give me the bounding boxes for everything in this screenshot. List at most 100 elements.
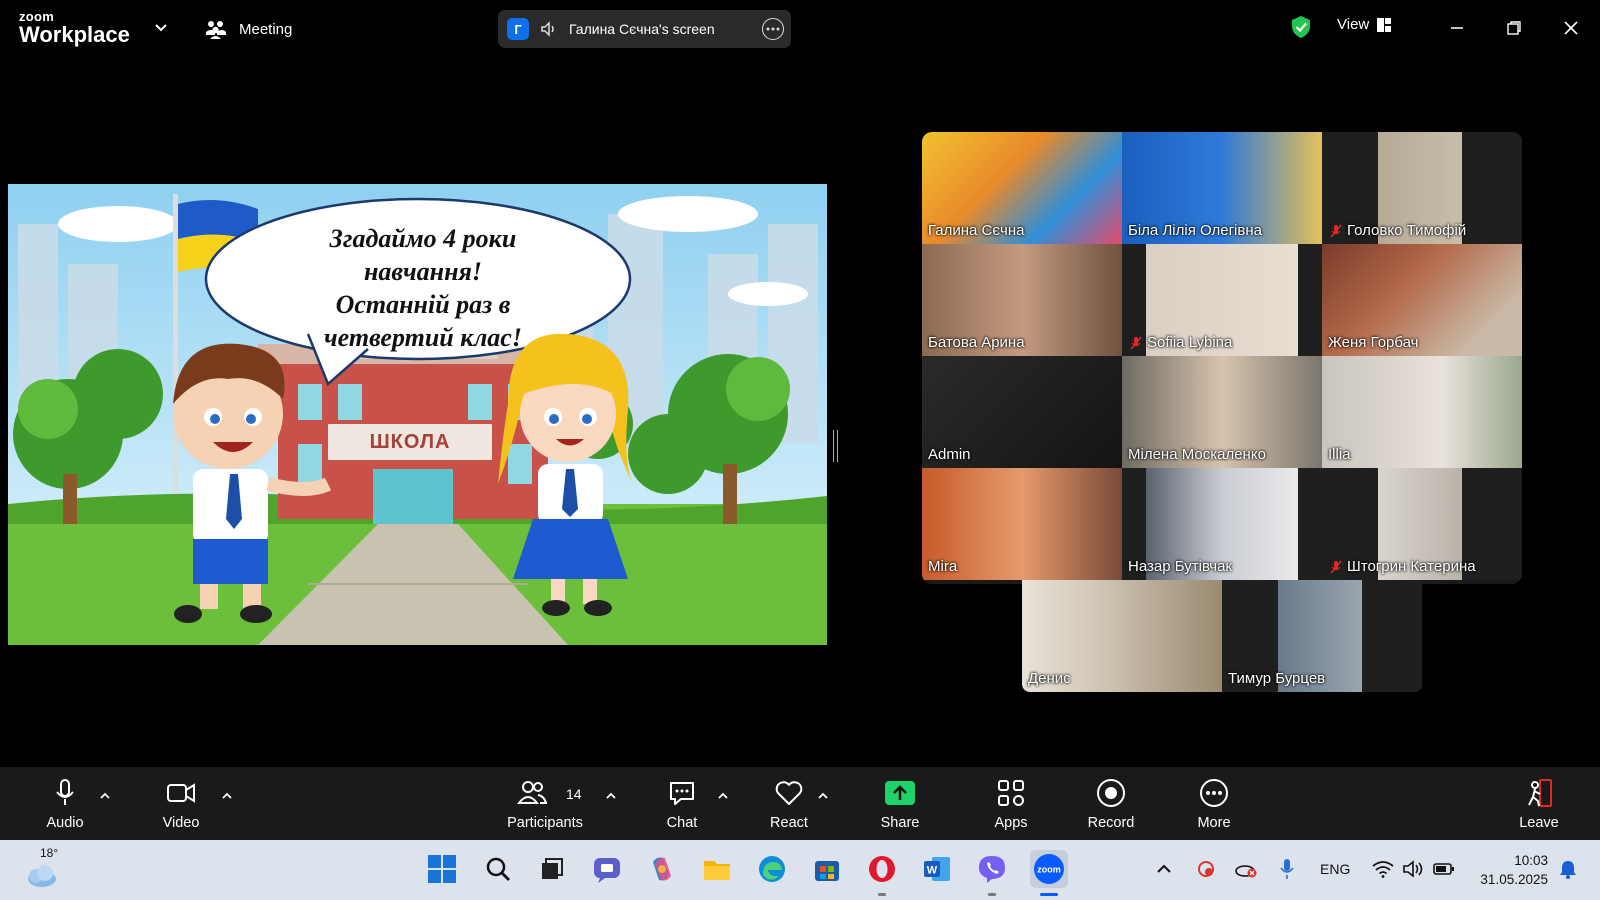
- clock-date: 31.05.2025: [1480, 872, 1548, 887]
- participant-name-label: Мілена Москаленко: [1128, 446, 1266, 463]
- notification-bell-icon[interactable]: [1556, 852, 1580, 886]
- windows-taskbar: 18° W zoom ENG 10:03 31.05.2025: [0, 840, 1600, 900]
- microphone-icon[interactable]: [1275, 852, 1299, 886]
- zoom-app-icon[interactable]: zoom: [1030, 850, 1068, 888]
- onedrive-error-icon[interactable]: [1234, 852, 1258, 886]
- more-button[interactable]: More: [1189, 773, 1239, 835]
- audio-label: Audio: [46, 815, 84, 831]
- participant-tile[interactable]: Mira: [922, 468, 1122, 580]
- participant-tile[interactable]: Галина Сєчна: [922, 132, 1122, 244]
- participant-tile-active-speaker[interactable]: Тимур Бурцев: [1222, 580, 1422, 692]
- split-view-handle[interactable]: [833, 430, 838, 462]
- caret-up-icon[interactable]: [816, 791, 830, 801]
- mic-muted-icon: [1330, 560, 1342, 573]
- participant-tile[interactable]: Головко Тимофій: [1322, 132, 1522, 244]
- viber-icon[interactable]: [975, 852, 1009, 886]
- battery-icon[interactable]: [1432, 852, 1456, 886]
- caret-up-icon[interactable]: [716, 791, 730, 801]
- zoom-workplace-logo: zoom Workplace: [19, 10, 130, 46]
- apps-icon: [998, 780, 1024, 806]
- word-icon[interactable]: W: [920, 852, 954, 886]
- running-indicator: [988, 893, 996, 896]
- meeting-label: Meeting: [239, 20, 293, 38]
- opera-browser-icon[interactable]: [865, 852, 899, 886]
- people-icon: [206, 21, 226, 39]
- participant-tile[interactable]: Admin: [922, 356, 1122, 468]
- participant-tile[interactable]: Женя Горбач: [1322, 244, 1522, 356]
- meeting-button[interactable]: Meeting: [205, 16, 292, 42]
- caret-up-icon[interactable]: [220, 791, 234, 801]
- tray-app-icon[interactable]: [1194, 852, 1218, 886]
- participant-tile[interactable]: Батова Арина: [922, 244, 1122, 356]
- more-options-icon[interactable]: [762, 18, 784, 40]
- language-indicator[interactable]: ENG: [1320, 861, 1350, 877]
- edge-browser-icon[interactable]: [755, 852, 789, 886]
- system-clock[interactable]: 10:03 31.05.2025: [1468, 851, 1548, 889]
- security-shield-icon[interactable]: [1290, 15, 1312, 39]
- participant-name-label: Mira: [928, 558, 958, 575]
- heart-icon: [775, 781, 803, 805]
- participant-name-label: Sofiia Lybina: [1128, 334, 1232, 351]
- audio-button[interactable]: Audio: [40, 773, 90, 835]
- participant-tile[interactable]: Біла Лілія Олегівна: [1122, 132, 1322, 244]
- participant-name-label: Тимур Бурцев: [1228, 670, 1326, 687]
- participant-tile[interactable]: Мілена Москаленко: [1122, 356, 1322, 468]
- copilot-icon[interactable]: [645, 852, 679, 886]
- participant-name-label: Штогрин Катерина: [1328, 558, 1476, 575]
- video-button[interactable]: Video: [156, 773, 206, 835]
- bubble-line-4: четвертий клас!: [324, 323, 522, 352]
- clock-time: 10:03: [1514, 853, 1548, 868]
- wifi-icon[interactable]: [1371, 852, 1395, 886]
- participant-tile[interactable]: Sofiia Lybina: [1122, 244, 1322, 356]
- participants-icon: [516, 781, 548, 804]
- chevron-up-icon[interactable]: [1152, 852, 1176, 886]
- chevron-down-icon[interactable]: [152, 18, 170, 36]
- participant-name-label: Женя Горбач: [1328, 334, 1419, 351]
- close-icon[interactable]: [1557, 14, 1585, 42]
- more-icon: [1200, 779, 1228, 807]
- minimize-icon[interactable]: [1443, 14, 1471, 42]
- cloud-icon: [28, 865, 56, 887]
- participant-count: 14: [566, 786, 582, 802]
- weather-widget[interactable]: 18°: [24, 846, 64, 892]
- participant-tile[interactable]: Денис: [1022, 580, 1222, 692]
- apps-button[interactable]: Apps: [986, 773, 1036, 835]
- restore-icon[interactable]: [1500, 14, 1528, 42]
- speaker-icon: [541, 21, 554, 37]
- bubble-line-1: Згадаймо 4 роки: [329, 224, 517, 253]
- react-label: React: [770, 815, 808, 831]
- share-button[interactable]: Share: [875, 773, 925, 835]
- meeting-toolbar: Audio Video Participants 14 Chat React S…: [0, 767, 1600, 840]
- participant-name-label: Денис: [1028, 670, 1071, 687]
- more-label: More: [1197, 815, 1231, 831]
- windows-start-icon[interactable]: [425, 852, 459, 886]
- bubble-line-3: Останній раз в: [335, 290, 511, 319]
- record-button[interactable]: Record: [1086, 773, 1136, 835]
- search-icon[interactable]: [481, 852, 515, 886]
- participant-tile[interactable]: Штогрин Катерина: [1322, 468, 1522, 580]
- microsoft-store-icon[interactable]: [810, 852, 844, 886]
- mic-muted-icon: [1130, 336, 1142, 349]
- participant-name-label: Батова Арина: [928, 334, 1025, 351]
- view-button[interactable]: View: [1337, 16, 1392, 33]
- shared-screen-slide: Згадаймо 4 роки навчання! Останній раз в…: [8, 184, 827, 645]
- task-view-icon[interactable]: [535, 852, 569, 886]
- participant-tile[interactable]: Назар Бутівчак: [1122, 468, 1322, 580]
- participants-button[interactable]: Participants: [504, 773, 586, 835]
- file-explorer-icon[interactable]: [700, 852, 734, 886]
- view-label: View: [1337, 16, 1370, 33]
- video-camera-icon: [167, 783, 195, 803]
- volume-icon[interactable]: [1401, 852, 1425, 886]
- participant-tile[interactable]: Illia: [1322, 356, 1522, 468]
- mic-muted-icon: [1330, 224, 1342, 237]
- chat-button[interactable]: Chat: [657, 773, 707, 835]
- caret-up-icon[interactable]: [604, 791, 618, 801]
- share-label: Share: [880, 815, 920, 831]
- svg-text:zoom: zoom: [1037, 865, 1061, 875]
- title-bar: zoom Workplace Meeting Г Галина Сєчна's …: [0, 0, 1600, 57]
- screen-share-indicator[interactable]: Г Галина Сєчна's screen: [498, 10, 791, 48]
- teams-chat-icon[interactable]: [590, 852, 624, 886]
- caret-up-icon[interactable]: [98, 791, 112, 801]
- leave-button[interactable]: Leave: [1514, 773, 1564, 835]
- react-button[interactable]: React: [764, 773, 814, 835]
